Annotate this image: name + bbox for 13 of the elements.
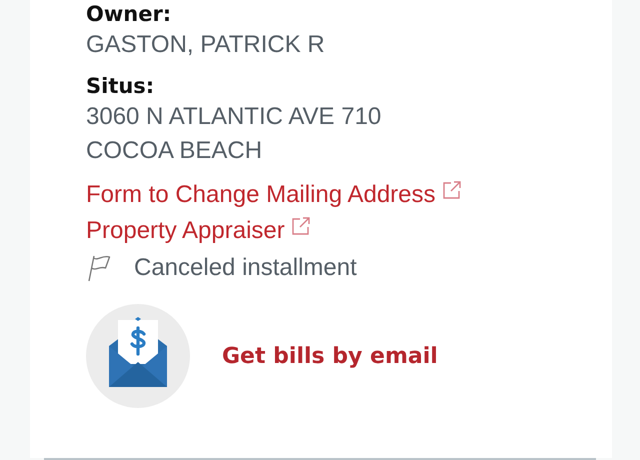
flag-icon bbox=[86, 254, 112, 282]
field-label: Owner: bbox=[86, 1, 172, 28]
external-link[interactable]: Property Appraiser bbox=[86, 214, 285, 248]
field-value: COCOA BEACH bbox=[86, 136, 264, 166]
external-link-icon bbox=[290, 216, 311, 236]
field-label: Situs: bbox=[86, 73, 156, 100]
external-link-icon bbox=[442, 180, 462, 200]
envelope-dollar-icon[interactable] bbox=[86, 304, 190, 408]
status-note: Canceled installment bbox=[134, 254, 357, 282]
external-link[interactable]: Form to Change Mailing Address bbox=[86, 178, 436, 212]
field-value: 3060 N ATLANTIC AVE 710 bbox=[86, 102, 382, 132]
field-value: GASTON, PATRICK R bbox=[86, 30, 326, 60]
email-bills-link[interactable]: Get bills by email bbox=[222, 344, 438, 368]
